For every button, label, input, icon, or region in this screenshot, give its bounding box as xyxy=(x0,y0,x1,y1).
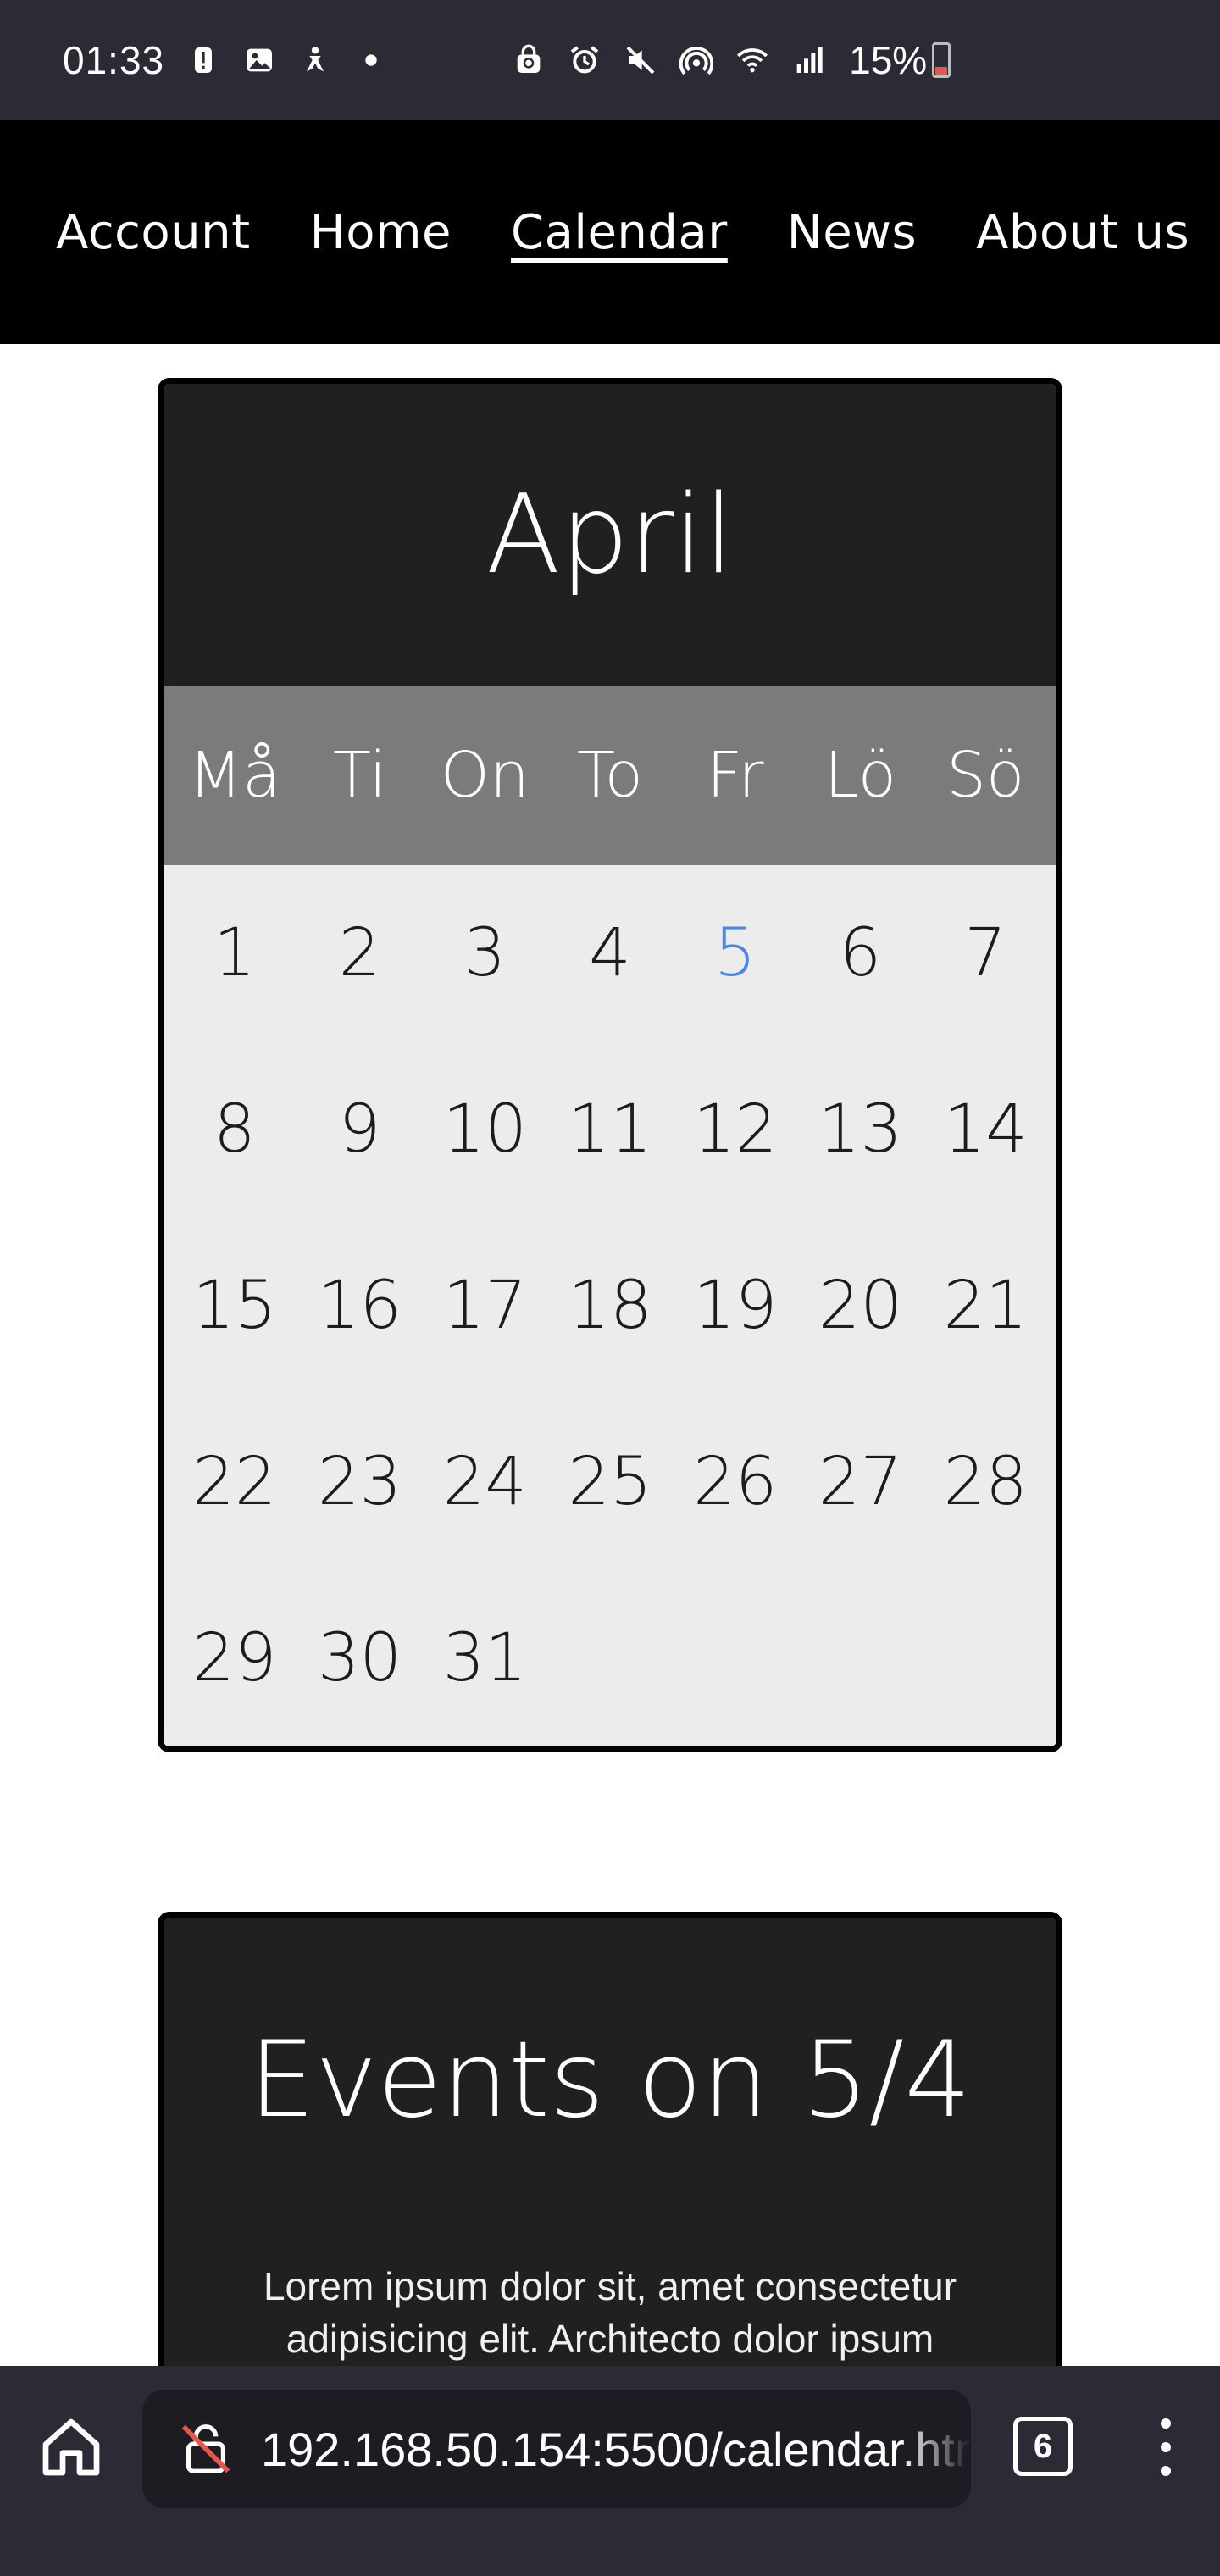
dot-icon xyxy=(352,42,390,79)
calendar-day[interactable]: 8 xyxy=(172,1041,297,1218)
home-icon[interactable] xyxy=(37,2413,105,2481)
calendar-day[interactable]: 24 xyxy=(422,1394,547,1570)
calendar-day[interactable]: 16 xyxy=(297,1218,423,1394)
calendar-day[interactable]: 1 xyxy=(172,865,297,1041)
calendar-day[interactable]: 23 xyxy=(297,1394,423,1570)
url-bar[interactable]: 192.168.50.154:5500/calendar.html xyxy=(142,2390,971,2508)
calendar-day[interactable]: 31 xyxy=(422,1570,547,1746)
overflow-menu-icon[interactable] xyxy=(1149,2413,1183,2481)
nav-about-us[interactable]: About us xyxy=(976,205,1190,260)
calendar-day[interactable]: 15 xyxy=(172,1218,297,1394)
calendar-day[interactable]: 21 xyxy=(923,1218,1048,1394)
calendar-day[interactable]: 13 xyxy=(798,1041,923,1218)
status-bar: 01:33 15% xyxy=(0,0,1220,120)
calendar-day[interactable]: 4 xyxy=(547,865,673,1041)
alarm-icon xyxy=(566,42,603,79)
alert-icon xyxy=(185,42,222,79)
wifi-icon xyxy=(734,42,771,79)
status-time: 01:33 xyxy=(63,38,165,82)
calendar-day[interactable]: 2 xyxy=(297,865,423,1041)
calendar-day[interactable]: 17 xyxy=(422,1218,547,1394)
image-icon xyxy=(241,42,278,79)
events-description: Lorem ipsum dolor sit, amet consectetur … xyxy=(263,2264,957,2361)
signal-icon xyxy=(790,42,827,79)
weekday-label: Fr xyxy=(706,739,764,812)
tab-count-button[interactable]: 6 xyxy=(1013,2417,1073,2476)
browser-toolbar: 192.168.50.154:5500/calendar.html 6 xyxy=(0,2366,1220,2576)
insecure-lock-icon[interactable] xyxy=(176,2419,236,2479)
calendar-day[interactable]: 10 xyxy=(422,1041,547,1218)
calendar-day-grid: 1 2 3 4 5 6 7 8 9 10 11 12 13 14 15 16 17 18 19 20 21 22 23 24 2… xyxy=(164,865,1056,1746)
hotspot-icon xyxy=(678,42,715,79)
calendar-day[interactable]: 20 xyxy=(798,1218,923,1394)
weekday-label: To xyxy=(577,739,643,812)
accessibility-icon xyxy=(297,42,334,79)
calendar-day[interactable]: 7 xyxy=(923,865,1048,1041)
nav-home[interactable]: Home xyxy=(310,205,452,260)
weekday-label: On xyxy=(440,739,530,812)
calendar-day[interactable]: 9 xyxy=(297,1041,423,1218)
lock-rotation-icon xyxy=(510,42,547,79)
battery-level: 15% xyxy=(849,38,928,82)
calendar-day[interactable]: 11 xyxy=(547,1041,673,1218)
calendar-weekday-row: Må Ti On To Fr Lö Sö xyxy=(164,686,1056,865)
weekday-label: Lö xyxy=(824,739,897,812)
calendar-month-title: April xyxy=(164,384,1056,686)
calendar-day[interactable]: 26 xyxy=(673,1394,798,1570)
mute-icon xyxy=(622,42,659,79)
nav-calendar[interactable]: Calendar xyxy=(511,205,728,260)
calendar-day[interactable]: 25 xyxy=(547,1394,673,1570)
weekday-label: Ti xyxy=(332,739,387,812)
nav-account[interactable]: Account xyxy=(56,205,251,260)
battery-icon xyxy=(932,42,951,78)
events-title: Events on 5/4 xyxy=(248,2019,972,2141)
url-text[interactable]: 192.168.50.154:5500/calendar.html xyxy=(261,2422,971,2477)
calendar-day[interactable]: 18 xyxy=(547,1218,673,1394)
calendar-day[interactable]: 14 xyxy=(923,1041,1048,1218)
calendar-day[interactable]: 19 xyxy=(673,1218,798,1394)
calendar-day[interactable]: 6 xyxy=(798,865,923,1041)
weekday-label: Må xyxy=(188,739,281,812)
calendar-day[interactable]: 28 xyxy=(923,1394,1048,1570)
main-nav: Account Home Calendar News About us xyxy=(0,120,1220,344)
calendar-card: April Må Ti On To Fr Lö Sö 1 2 3 4 5 6 7 8 9 10 11… xyxy=(158,378,1062,1752)
calendar-day[interactable]: 29 xyxy=(172,1570,297,1746)
calendar-day[interactable]: 12 xyxy=(673,1041,798,1218)
calendar-day[interactable]: 22 xyxy=(172,1394,297,1570)
calendar-day[interactable]: 3 xyxy=(422,865,547,1041)
calendar-day[interactable]: 27 xyxy=(798,1394,923,1570)
nav-news[interactable]: News xyxy=(787,205,917,260)
calendar-day[interactable]: 5 xyxy=(673,865,798,1041)
weekday-label: Sö xyxy=(946,739,1025,812)
calendar-day[interactable]: 30 xyxy=(297,1570,423,1746)
